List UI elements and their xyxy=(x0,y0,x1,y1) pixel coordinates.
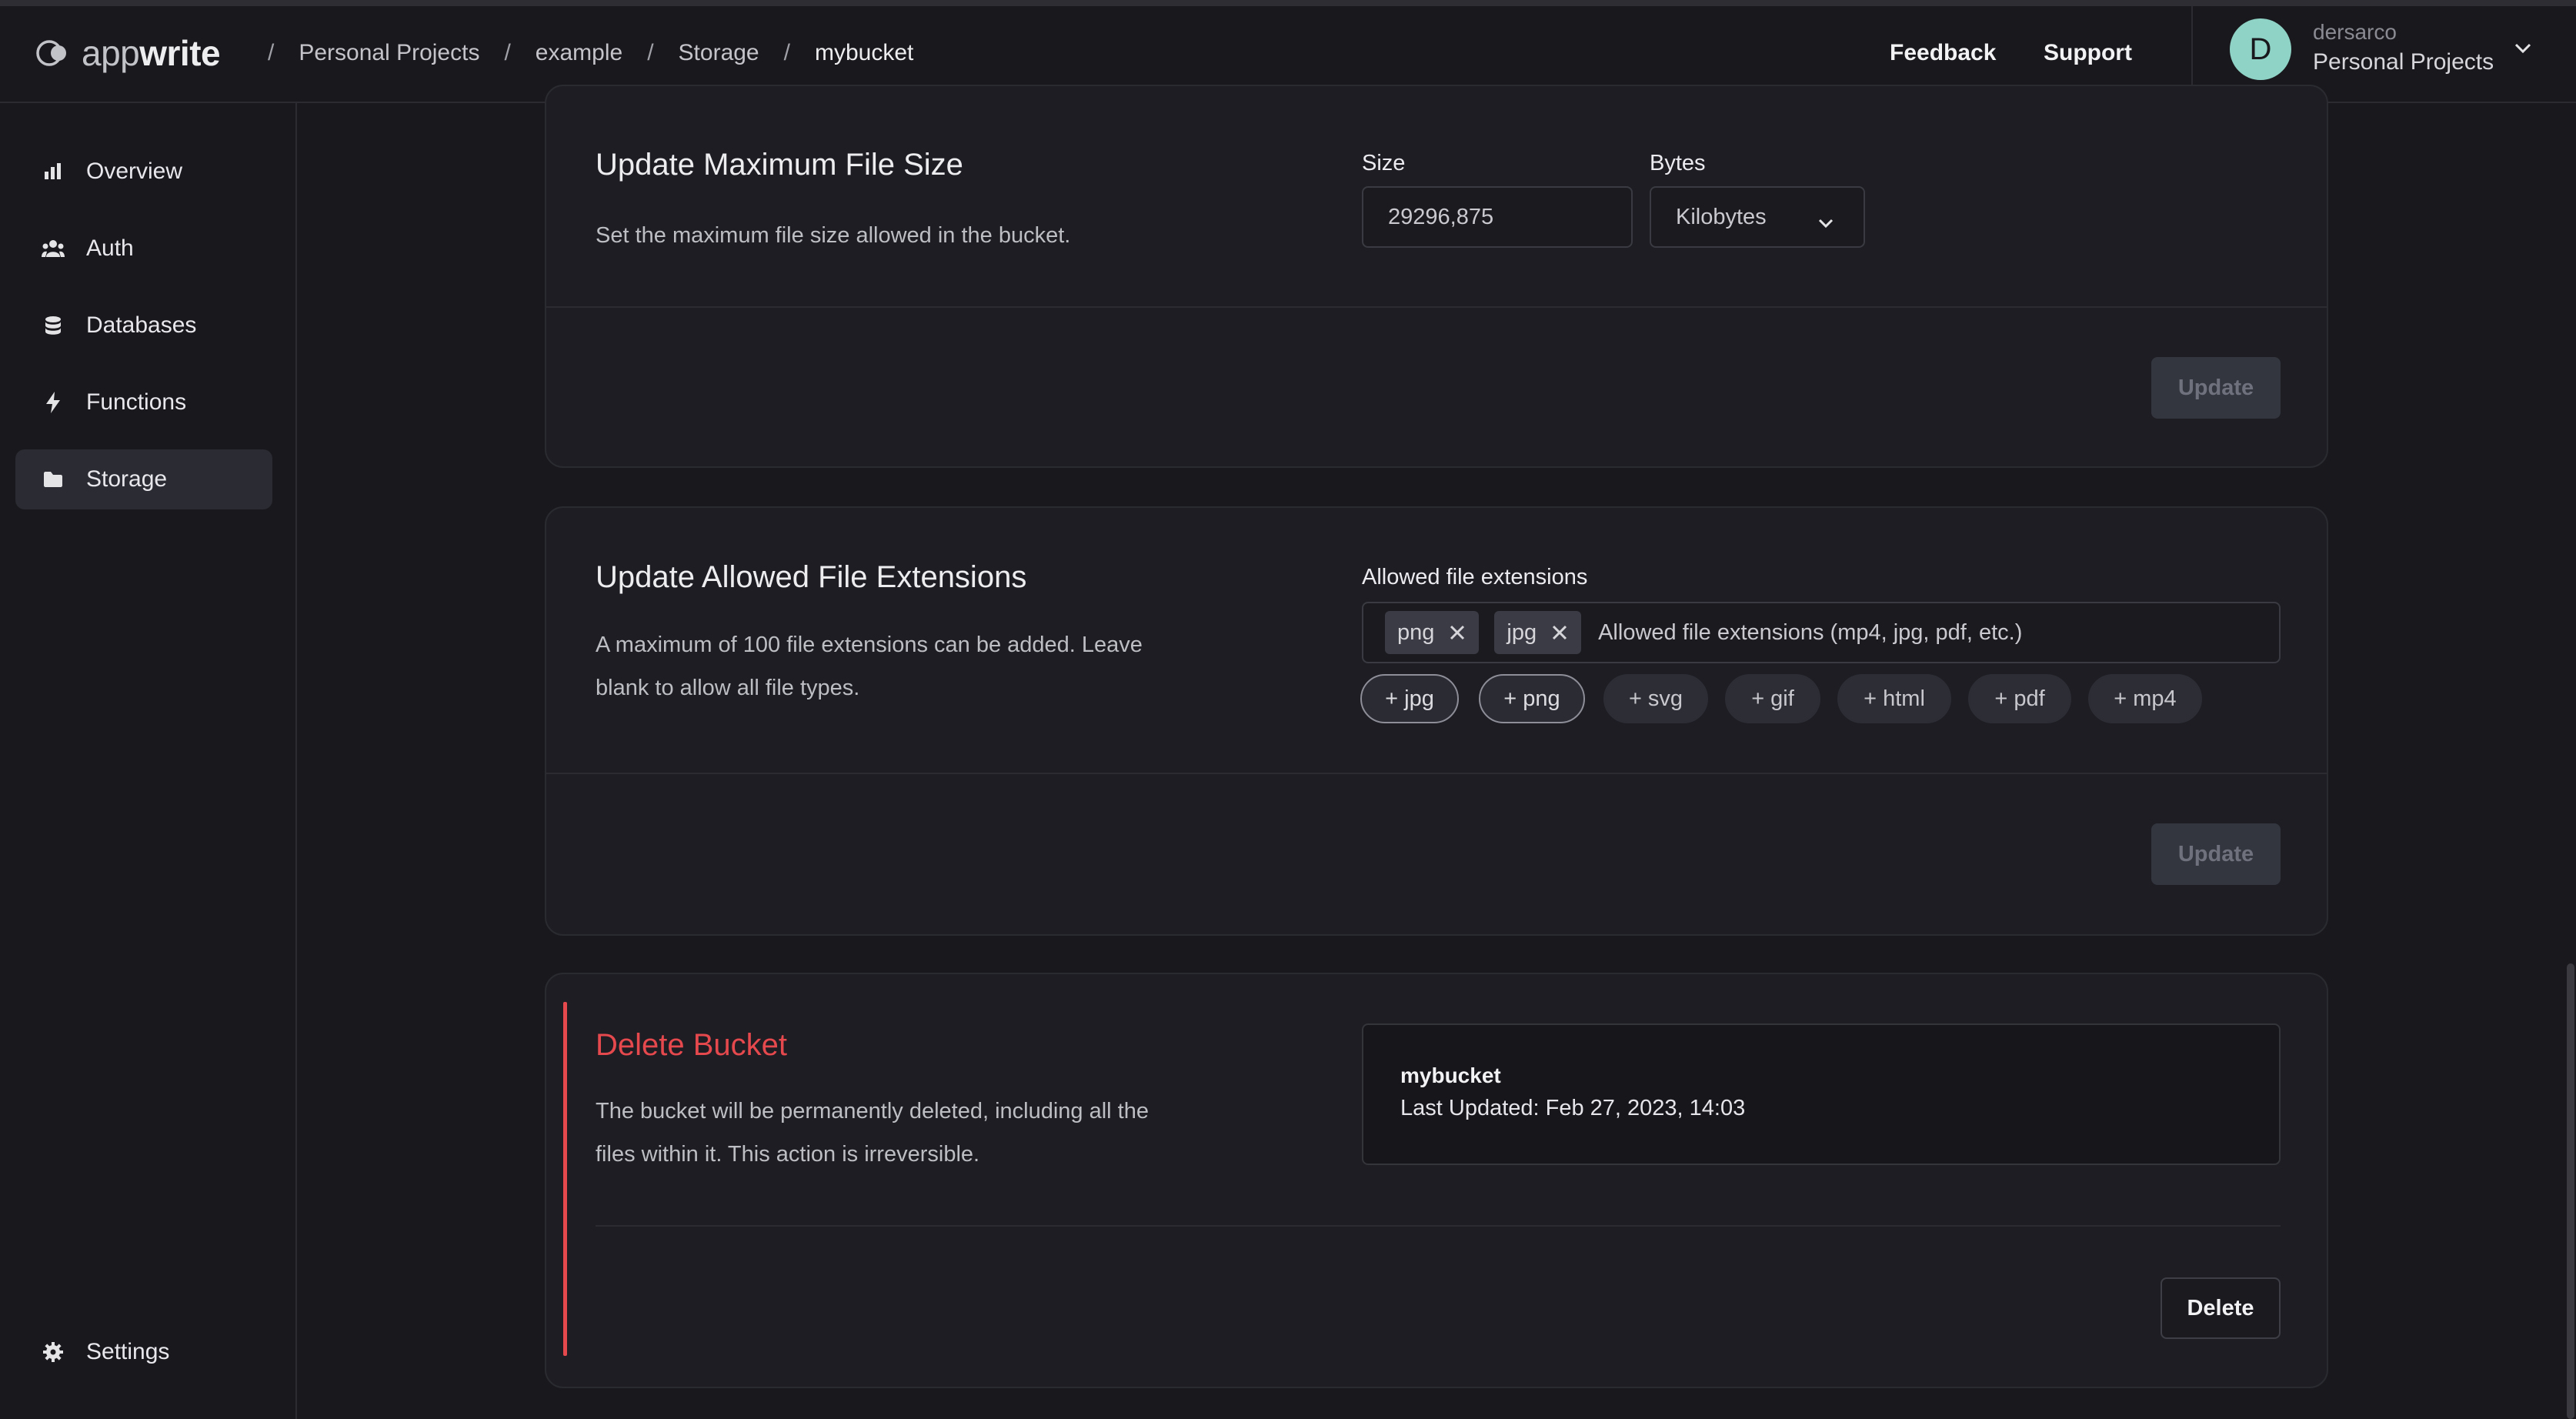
update-extensions-button[interactable]: Update xyxy=(2151,823,2281,885)
suggestion-chip-png[interactable]: + png xyxy=(1479,674,1585,723)
extensions-placeholder: Allowed file extensions (mp4, jpg, pdf, … xyxy=(1598,619,2023,645)
allowed-extensions-description: A maximum of 100 file extensions can be … xyxy=(596,633,1143,700)
card-divider xyxy=(596,1225,2281,1227)
sidebar-item-label: Settings xyxy=(86,1339,170,1364)
chevron-down-icon xyxy=(1817,211,1834,236)
chevron-down-icon[interactable] xyxy=(2513,42,2533,59)
feedback-button[interactable]: Feedback xyxy=(1890,40,1996,66)
tag-label: jpg xyxy=(1507,619,1537,645)
size-label: Size xyxy=(1362,151,1406,175)
unit-select[interactable]: Kilobytes xyxy=(1650,186,1865,248)
appwrite-logo-icon xyxy=(35,39,74,67)
tag-png: png xyxy=(1385,611,1480,654)
appwrite-logo[interactable]: appwrite xyxy=(35,32,221,74)
logo-text: appwrite xyxy=(82,33,221,73)
sidebar-item-databases[interactable]: Databases xyxy=(15,295,272,356)
close-icon[interactable] xyxy=(1448,623,1467,642)
breadcrumb-bucket[interactable]: mybucket xyxy=(815,40,913,66)
bar-chart-icon xyxy=(40,162,66,181)
breadcrumb-separator: / xyxy=(504,40,511,65)
breadcrumb: / Personal Projects / example / Storage … xyxy=(268,40,938,66)
unit-select-value: Kilobytes xyxy=(1676,204,1767,229)
database-icon xyxy=(40,316,66,336)
sidebar-item-label: Overview xyxy=(86,159,183,184)
sidebar-item-label: Storage xyxy=(86,466,168,492)
support-button[interactable]: Support xyxy=(2044,40,2132,66)
unit-label: Bytes xyxy=(1650,151,1706,175)
bucket-name: mybucket xyxy=(1400,1063,1501,1087)
danger-accent-bar xyxy=(563,1002,567,1356)
max-file-size-title: Update Maximum File Size xyxy=(596,148,963,182)
tag-jpg: jpg xyxy=(1494,611,1582,654)
breadcrumb-organization[interactable]: Personal Projects xyxy=(299,40,479,66)
breadcrumb-storage[interactable]: Storage xyxy=(679,40,759,66)
sidebar: Overview Auth Databases Functions Storag… xyxy=(0,103,297,1419)
suggestion-chip-gif[interactable]: + gif xyxy=(1725,674,1820,723)
users-icon xyxy=(40,239,66,258)
sidebar-item-functions[interactable]: Functions xyxy=(15,372,272,432)
bucket-last-updated: Last Updated: Feb 27, 2023, 14:03 xyxy=(1400,1096,1746,1120)
card-divider xyxy=(546,306,2327,308)
avatar[interactable]: D xyxy=(2230,18,2291,80)
suggestion-chip-mp4[interactable]: + mp4 xyxy=(2088,674,2202,723)
card-divider xyxy=(546,773,2327,774)
tag-label: png xyxy=(1397,619,1435,645)
breadcrumb-separator: / xyxy=(268,40,275,65)
sidebar-item-settings[interactable]: Settings xyxy=(15,1322,272,1382)
suggestion-chip-jpg[interactable]: + jpg xyxy=(1360,674,1459,723)
breadcrumb-project[interactable]: example xyxy=(536,40,622,66)
sidebar-item-label: Auth xyxy=(86,235,134,261)
close-icon[interactable] xyxy=(1550,623,1569,642)
sidebar-item-label: Functions xyxy=(86,389,187,415)
size-input[interactable]: 29296,875 xyxy=(1362,186,1633,248)
suggestion-chip-svg[interactable]: + svg xyxy=(1603,674,1708,723)
gear-icon xyxy=(40,1341,66,1363)
delete-bucket-button[interactable]: Delete xyxy=(2161,1277,2281,1339)
bucket-info-box: mybucket Last Updated: Feb 27, 2023, 14:… xyxy=(1362,1023,2281,1165)
delete-bucket-description: The bucket will be permanently deleted, … xyxy=(596,1099,1149,1167)
user-project[interactable]: Personal Projects xyxy=(2313,49,2494,75)
max-file-size-card: Update Maximum File Size Set the maximum… xyxy=(545,85,2328,468)
sidebar-item-storage[interactable]: Storage xyxy=(15,449,272,509)
allowed-extensions-label: Allowed file extensions xyxy=(1362,565,1588,589)
breadcrumb-separator: / xyxy=(647,40,654,65)
sidebar-item-overview[interactable]: Overview xyxy=(15,142,272,202)
suggestion-chip-pdf[interactable]: + pdf xyxy=(1968,674,2071,723)
delete-bucket-card: Delete Bucket The bucket will be permane… xyxy=(545,973,2328,1388)
folder-icon xyxy=(40,471,66,488)
scrollbar-thumb[interactable] xyxy=(2567,963,2574,1419)
delete-bucket-title: Delete Bucket xyxy=(596,1028,788,1062)
user-name[interactable]: dersarco xyxy=(2313,20,2397,45)
breadcrumb-separator: / xyxy=(783,40,790,65)
suggestion-chip-html[interactable]: + html xyxy=(1837,674,1951,723)
allowed-extensions-title: Update Allowed File Extensions xyxy=(596,560,1027,594)
update-max-size-button[interactable]: Update xyxy=(2151,357,2281,419)
max-file-size-description: Set the maximum file size allowed in the… xyxy=(596,223,1071,248)
extensions-tag-input[interactable]: png jpg Allowed file extensions (mp4, jp… xyxy=(1362,602,2281,663)
sidebar-item-auth[interactable]: Auth xyxy=(15,219,272,279)
window-top-strip xyxy=(0,0,2576,6)
lightning-icon xyxy=(40,392,66,413)
size-input-value: 29296,875 xyxy=(1388,204,1494,229)
sidebar-item-label: Databases xyxy=(86,312,197,338)
